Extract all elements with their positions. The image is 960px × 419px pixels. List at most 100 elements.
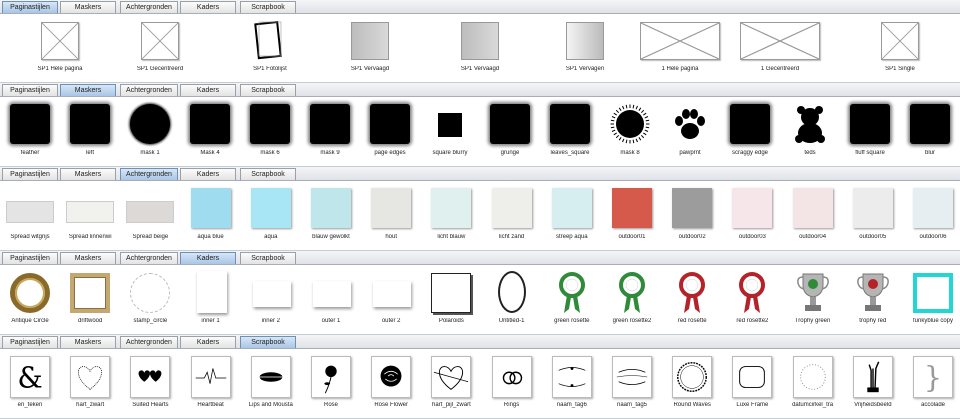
tab-3[interactable]: Kaders xyxy=(180,168,236,180)
asset-item[interactable]: outdoor04 xyxy=(783,185,843,245)
tab-4[interactable]: Scrapbook xyxy=(240,84,296,96)
asset-item[interactable]: Untitled-1 xyxy=(482,269,542,329)
asset-item[interactable]: outdoor02 xyxy=(662,185,722,245)
asset-item[interactable]: 1 Gecentreerd xyxy=(740,18,820,78)
asset-item[interactable]: aqua xyxy=(241,185,301,245)
asset-item[interactable]: green rosette2 xyxy=(602,269,662,329)
asset-item[interactable]: SP1 Single xyxy=(870,18,930,78)
tab-1[interactable]: Maskers xyxy=(60,252,116,264)
asset-item[interactable]: outdoor05 xyxy=(843,185,903,245)
asset-item[interactable]: blauw gewolkt xyxy=(301,185,361,245)
asset-item[interactable]: naam_tag6 xyxy=(542,353,602,413)
asset-item[interactable]: outdoor01 xyxy=(602,185,662,245)
asset-item[interactable]: Lips and Mousta xyxy=(241,353,301,413)
asset-item[interactable]: stamp_circle xyxy=(120,269,180,329)
tab-0[interactable]: Paginastijlen xyxy=(2,84,58,96)
asset-item[interactable]: inner 1 xyxy=(181,269,241,329)
asset-item[interactable]: leaves_square xyxy=(540,101,600,161)
asset-item[interactable]: outer 1 xyxy=(301,269,361,329)
tab-4[interactable]: Scrapbook xyxy=(240,168,296,180)
asset-item[interactable]: red rosette2 xyxy=(722,269,782,329)
tab-1[interactable]: Maskers xyxy=(60,336,116,348)
tab-1[interactable]: Maskers xyxy=(60,84,116,96)
tab-2[interactable]: Achtergronden xyxy=(120,168,178,180)
asset-item[interactable]: outdoor06 xyxy=(903,185,960,245)
asset-item[interactable]: teds xyxy=(780,101,840,161)
asset-item[interactable]: square blurry xyxy=(420,101,480,161)
asset-item[interactable]: fluff square xyxy=(840,101,900,161)
tab-3[interactable]: Kaders xyxy=(180,1,236,13)
asset-item[interactable]: Rose Flower xyxy=(361,353,421,413)
asset-item[interactable]: page edges xyxy=(360,101,420,161)
polaroid-frame-icon xyxy=(431,273,472,313)
asset-item[interactable]: aqua blue xyxy=(181,185,241,245)
asset-item[interactable]: licht zand xyxy=(482,185,542,245)
asset-item[interactable]: funkyblue copy xyxy=(903,269,960,329)
asset-item[interactable]: streep aqua xyxy=(542,185,602,245)
asset-item[interactable]: hart_zwart xyxy=(60,353,120,413)
tab-2[interactable]: Achtergronden xyxy=(120,336,178,348)
asset-item[interactable]: red rosette xyxy=(662,269,722,329)
asset-item[interactable]: hart_pijl_zwart xyxy=(421,353,481,413)
asset-item[interactable]: Vrijheidsbeeld xyxy=(843,353,903,413)
asset-item[interactable]: mask 1 xyxy=(120,101,180,161)
tab-2[interactable]: Achtergronden xyxy=(120,252,178,264)
tab-3[interactable]: Kaders xyxy=(180,336,236,348)
asset-item[interactable]: naam_tag5 xyxy=(602,353,662,413)
asset-item[interactable]: Rose xyxy=(301,353,361,413)
asset-item[interactable]: blur xyxy=(900,101,960,161)
tab-3[interactable]: Kaders xyxy=(180,252,236,264)
tab-3[interactable]: Kaders xyxy=(180,84,236,96)
tab-2[interactable]: Achtergronden xyxy=(120,84,178,96)
asset-item[interactable]: driftwood xyxy=(60,269,120,329)
asset-item[interactable]: Polaroids xyxy=(421,269,481,329)
asset-item[interactable]: grunge xyxy=(480,101,540,161)
asset-item[interactable]: scraggy edge xyxy=(720,101,780,161)
asset-item[interactable]: outdoor03 xyxy=(722,185,782,245)
asset-item[interactable]: SP1 Gecentreerd xyxy=(130,18,190,78)
tab-0[interactable]: Paginastijlen xyxy=(2,1,58,13)
tab-1[interactable]: Maskers xyxy=(60,168,116,180)
asset-item[interactable]: green rosette xyxy=(542,269,602,329)
asset-item[interactable]: Spread linnenwi xyxy=(60,185,120,245)
tab-4[interactable]: Scrapbook xyxy=(240,336,296,348)
asset-item[interactable]: outer 2 xyxy=(361,269,421,329)
asset-item[interactable]: Antique Circle xyxy=(0,269,60,329)
tab-0[interactable]: Paginastijlen xyxy=(2,336,58,348)
asset-item[interactable]: Luxe Frame xyxy=(722,353,782,413)
asset-item[interactable]: SP1 Hele pagina xyxy=(30,18,90,78)
asset-item[interactable]: feather xyxy=(0,101,60,161)
asset-item[interactable]: Round Waves xyxy=(662,353,722,413)
asset-item[interactable]: left xyxy=(60,101,120,161)
asset-item[interactable]: trophy red xyxy=(843,269,903,329)
asset-item[interactable]: Heartbeat xyxy=(181,353,241,413)
asset-item[interactable]: inner 2 xyxy=(241,269,301,329)
tab-1[interactable]: Maskers xyxy=(60,1,116,13)
trophy-icon xyxy=(855,271,891,315)
asset-item[interactable]: mask 6 xyxy=(240,101,300,161)
asset-item[interactable]: mask 8 xyxy=(600,101,660,161)
asset-item[interactable]: } accolade xyxy=(903,353,960,413)
asset-item[interactable]: Rings xyxy=(482,353,542,413)
tab-2[interactable]: Achtergronden xyxy=(120,1,178,13)
asset-item[interactable]: & en_teken xyxy=(0,353,60,413)
asset-item[interactable]: Spread beige xyxy=(120,185,180,245)
tab-0[interactable]: Paginastijlen xyxy=(2,252,58,264)
asset-item[interactable]: licht blauw xyxy=(421,185,481,245)
asset-item[interactable]: SP1 Vervagen xyxy=(555,18,615,78)
tab-4[interactable]: Scrapbook xyxy=(240,1,296,13)
asset-item[interactable]: Trophy green xyxy=(783,269,843,329)
asset-item[interactable]: SP1 Vervaagd xyxy=(450,18,510,78)
asset-item[interactable]: datumcirkel_tra xyxy=(783,353,843,413)
asset-item[interactable]: SP1 Vervaagd xyxy=(340,18,400,78)
asset-item[interactable]: pawprnt xyxy=(660,101,720,161)
tab-4[interactable]: Scrapbook xyxy=(240,252,296,264)
asset-item[interactable]: Spread witgrijs xyxy=(0,185,60,245)
tab-0[interactable]: Paginastijlen xyxy=(2,168,58,180)
asset-item[interactable]: Mask 4 xyxy=(180,101,240,161)
asset-item[interactable]: hout xyxy=(361,185,421,245)
asset-item[interactable]: Suited Hearts xyxy=(120,353,180,413)
asset-item[interactable]: mask 9 xyxy=(300,101,360,161)
asset-item[interactable]: SP1 Fotolijst xyxy=(240,18,300,78)
asset-item[interactable]: 1 Hele pagina xyxy=(640,18,720,78)
